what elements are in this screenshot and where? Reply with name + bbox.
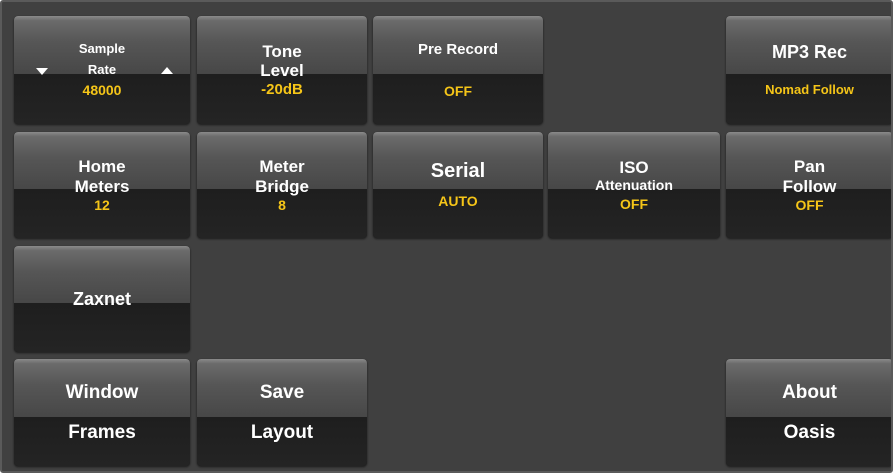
iso-attenuation-label-line1: ISO (619, 157, 649, 177)
window-frames-label-line2: Frames (68, 421, 136, 443)
home-meters-button[interactable]: Home Meters 12 (14, 132, 190, 238)
tone-level-label-line1: Tone (262, 41, 302, 61)
sample-rate-button[interactable]: Sample Rate 48000 (14, 16, 190, 124)
window-frames-label-line1: Window (65, 381, 139, 403)
iso-attenuation-label-line2: Attenuation (595, 177, 673, 194)
home-meters-value: 12 (94, 196, 110, 213)
zaxnet-button[interactable]: Zaxnet (14, 246, 190, 352)
about-oasis-button[interactable]: About Oasis (726, 359, 891, 466)
home-meters-label-line2: Meters (74, 176, 130, 196)
save-layout-button[interactable]: Save Layout (197, 359, 367, 466)
serial-label: Serial (430, 160, 486, 183)
sample-rate-label-line1: Sample (78, 41, 126, 57)
pan-follow-label-line2: Follow (782, 176, 837, 196)
pan-follow-button[interactable]: Pan Follow OFF (726, 132, 891, 238)
tone-level-value: -20dB (261, 80, 303, 98)
meter-bridge-button[interactable]: Meter Bridge 8 (197, 132, 367, 238)
pan-follow-label-line1: Pan (793, 157, 826, 177)
tone-level-button[interactable]: Tone Level -20dB (197, 16, 367, 124)
pan-follow-value: OFF (795, 196, 824, 213)
mp3-rec-value: Nomad Follow (765, 81, 854, 97)
mp3-rec-label: MP3 Rec (771, 42, 848, 63)
meter-bridge-label-line2: Bridge (255, 176, 309, 196)
meter-bridge-label-line1: Meter (259, 157, 305, 177)
zaxnet-label: Zaxnet (72, 288, 132, 309)
save-layout-label-line1: Save (259, 381, 305, 403)
serial-button[interactable]: Serial AUTO (373, 132, 543, 238)
serial-value: AUTO (438, 193, 478, 210)
window-frames-button[interactable]: Window Frames (14, 359, 190, 466)
about-oasis-label-line1: About (782, 381, 837, 403)
mp3-rec-button[interactable]: MP3 Rec Nomad Follow (726, 16, 891, 124)
about-oasis-label-line2: Oasis (783, 421, 836, 443)
iso-attenuation-value: OFF (620, 196, 648, 213)
pre-record-value: OFF (444, 82, 472, 99)
iso-attenuation-button[interactable]: ISO Attenuation OFF (548, 132, 720, 238)
save-layout-label-line2: Layout (250, 421, 314, 443)
meter-bridge-value: 8 (278, 196, 286, 213)
sample-rate-label-line2: Rate (87, 61, 117, 77)
sample-rate-value: 48000 (82, 81, 122, 98)
tone-level-label-line2: Level (260, 61, 304, 81)
home-meters-label-line1: Home (78, 157, 126, 177)
settings-panel: Sample Rate 48000 Tone Level -20dB Pre R… (0, 0, 893, 473)
pre-record-label: Pre Record (417, 41, 499, 59)
pre-record-button[interactable]: Pre Record OFF (373, 16, 543, 124)
